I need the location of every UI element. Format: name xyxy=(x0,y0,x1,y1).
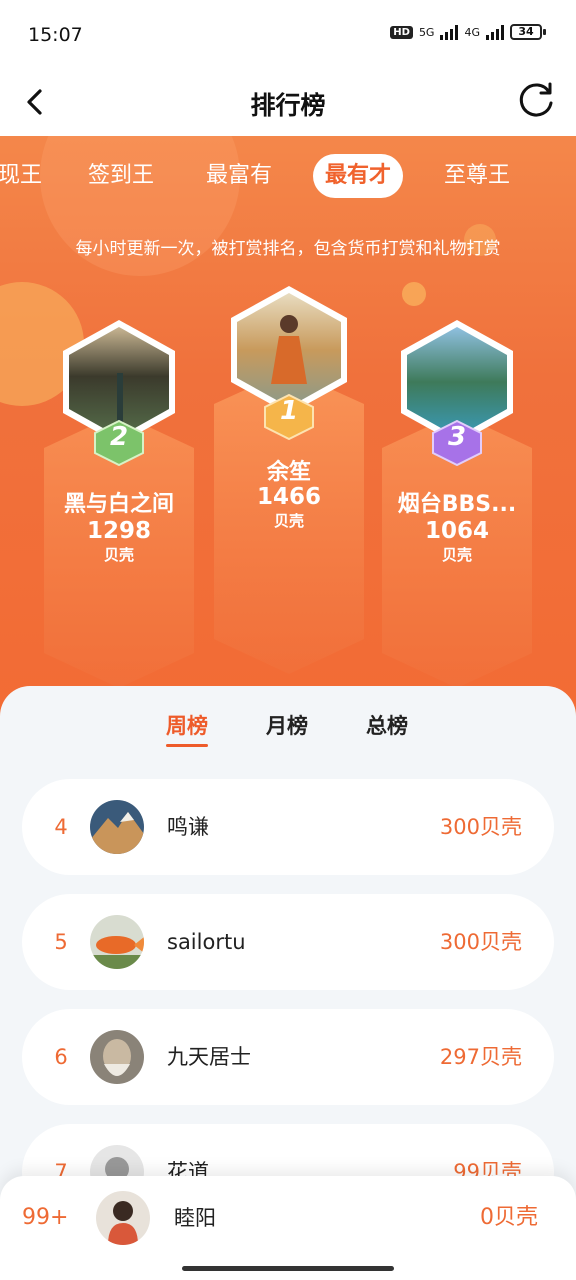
tab-total[interactable]: 总榜 xyxy=(366,710,408,740)
leaderboard-hero: 现王 签到王 最富有 最有才 至尊王 每小时更新一次，被打赏排名，包含货币打赏和… xyxy=(0,136,576,736)
my-rank-bar[interactable]: 99+ 睦阳 0贝壳 xyxy=(0,1176,576,1280)
tab-category[interactable]: 最富有 xyxy=(206,154,272,198)
decor-circle xyxy=(402,282,426,306)
network-4g-label: 4G xyxy=(464,25,480,39)
refresh-icon xyxy=(519,82,553,117)
podium-name: 余笙 xyxy=(266,460,311,485)
rank-2-label: 2 xyxy=(109,422,129,452)
podium-third[interactable]: 3 烟台BBS... 1064 贝壳 xyxy=(382,318,532,688)
network-5g-label: 5G xyxy=(418,25,435,39)
status-bar: 15:07 HD 5G 4G 34 xyxy=(0,0,576,70)
avatar xyxy=(90,1030,144,1084)
row-score: 300贝壳 xyxy=(439,930,522,954)
row-score: 300贝壳 xyxy=(439,815,522,839)
category-tabs: 现王 签到王 最富有 最有才 至尊王 xyxy=(0,154,576,198)
podium-second[interactable]: 2 黑与白之间 1298 贝壳 xyxy=(44,318,194,688)
tab-weekly-label: 周榜 xyxy=(166,714,208,738)
row-rank: 6 xyxy=(54,1045,68,1069)
refresh-button[interactable] xyxy=(514,78,558,122)
tab-category[interactable]: 签到王 xyxy=(88,154,154,198)
row-score: 297贝壳 xyxy=(439,1045,522,1069)
rank-3-label: 3 xyxy=(447,422,467,452)
tab-category[interactable]: 至尊王 xyxy=(444,154,510,198)
podium-score: 1064 xyxy=(424,518,489,544)
avatar xyxy=(90,915,144,969)
ranking-row[interactable]: 5 sailortu 300贝壳 xyxy=(22,894,554,990)
signal-icon xyxy=(440,24,459,40)
hd-icon: HD xyxy=(390,25,413,39)
ranking-row[interactable]: 4 鸣谦 300贝壳 xyxy=(22,779,554,875)
podium-score: 1466 xyxy=(256,484,321,510)
tab-weekly[interactable]: 周榜 xyxy=(166,710,208,747)
my-avatar xyxy=(96,1191,150,1245)
avatar xyxy=(90,800,144,854)
podium-name: 烟台BBS... xyxy=(397,492,517,517)
active-tab-underline xyxy=(166,744,208,747)
tab-category[interactable]: 现王 xyxy=(0,154,42,198)
podium-first[interactable]: 1 余笙 1466 贝壳 xyxy=(214,284,364,674)
page-title: 排行榜 xyxy=(250,91,326,120)
row-rank: 4 xyxy=(54,815,68,839)
ranking-row[interactable]: 6 九天居士 297贝壳 xyxy=(22,1009,554,1105)
my-rank: 99+ xyxy=(22,1205,69,1230)
my-score: 0贝壳 xyxy=(480,1205,538,1230)
update-notice: 每小时更新一次，被打赏排名，包含货币打赏和礼物打赏 xyxy=(75,239,501,259)
row-name: sailortu xyxy=(167,930,246,954)
podium-name: 黑与白之间 xyxy=(63,492,174,517)
podium-unit: 贝壳 xyxy=(103,546,134,564)
home-indicator[interactable] xyxy=(182,1266,394,1271)
battery-icon: 34 xyxy=(510,24,546,40)
my-name: 睦阳 xyxy=(174,1206,216,1230)
podium-unit: 贝壳 xyxy=(273,512,304,530)
rank-1-label: 1 xyxy=(279,396,299,426)
battery-level: 34 xyxy=(510,24,542,40)
tab-monthly[interactable]: 月榜 xyxy=(266,710,308,740)
row-name: 鸣谦 xyxy=(167,815,209,839)
tab-category-active[interactable]: 最有才 xyxy=(313,154,404,198)
status-icons: HD 5G 4G 34 xyxy=(390,24,546,40)
signal-icon-2 xyxy=(486,24,504,40)
podium-unit: 贝壳 xyxy=(441,546,472,564)
row-name: 九天居士 xyxy=(167,1045,251,1069)
title-bar: 排行榜 xyxy=(0,70,576,136)
row-rank: 5 xyxy=(54,930,68,954)
period-tabs: 周榜 月榜 总榜 xyxy=(0,710,576,750)
status-time: 15:07 xyxy=(28,24,83,46)
podium-score: 1298 xyxy=(86,518,151,544)
